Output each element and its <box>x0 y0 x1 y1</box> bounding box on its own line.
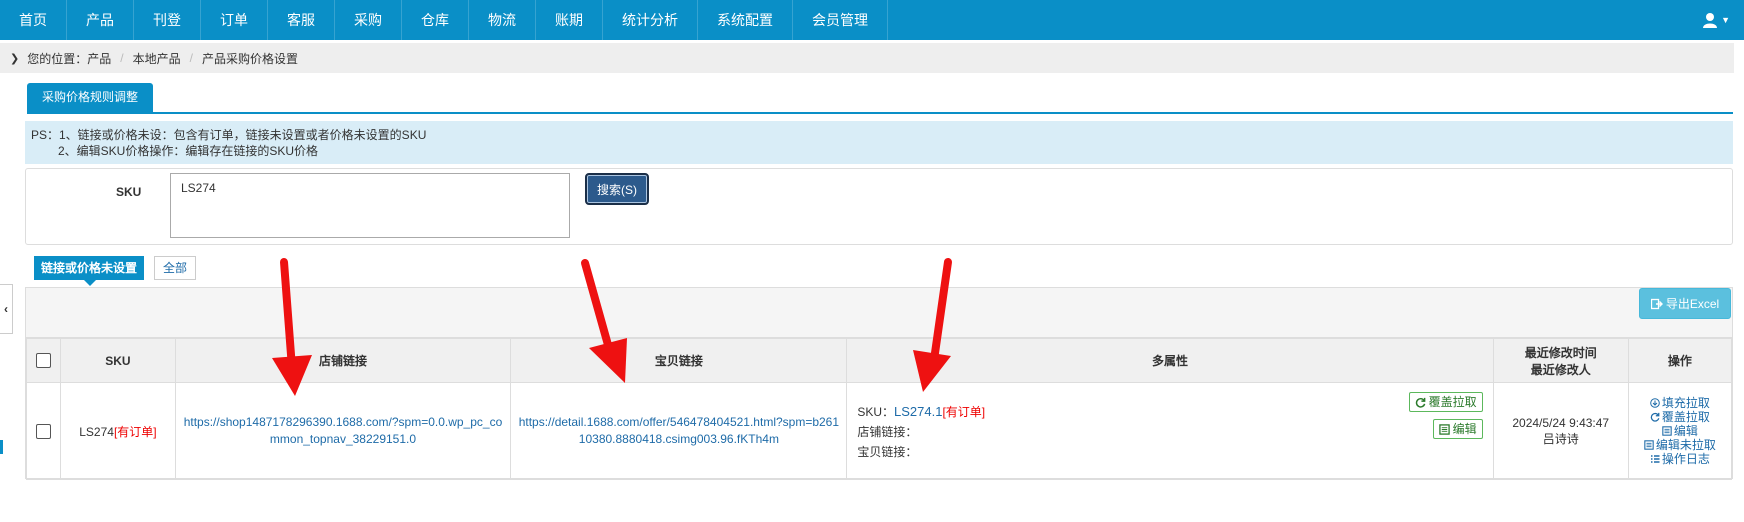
header-item-link: 宝贝链接 <box>510 338 848 383</box>
attr-item-link-label: 宝贝链接： <box>857 445 918 459</box>
header-shop-link: 店铺链接 <box>174 338 512 383</box>
modified-time: 2024/5/24 9:43:47 <box>1512 415 1610 430</box>
search-button[interactable]: 搜索(S) <box>585 173 649 205</box>
has-order-tag: [有订单] <box>113 424 157 439</box>
sidebar-edge-marker <box>0 440 3 454</box>
nav-item-statistics[interactable]: 统计分析 <box>603 0 698 40</box>
attr-has-order-tag: [有订单] <box>942 405 986 419</box>
nav-item-purchase[interactable]: 采购 <box>335 0 402 40</box>
row-checkbox[interactable] <box>36 423 52 439</box>
breadcrumb-item-current: 产品采购价格设置 <box>201 51 298 66</box>
user-icon <box>1702 12 1718 28</box>
active-indicator <box>84 280 96 286</box>
cover-pull-label: 覆盖拉取 <box>1428 395 1477 409</box>
attr-lines: SKU：LS274.1[有订单] 店铺链接： 宝贝链接： <box>857 402 985 462</box>
sidebar-collapse-handle[interactable]: ‹ <box>0 284 13 334</box>
action-operation-log-label: 操作日志 <box>1661 452 1710 466</box>
refresh-icon <box>1650 412 1660 422</box>
breadcrumb-item-product[interactable]: 产品 <box>87 50 111 67</box>
header-actions: 操作 <box>1627 338 1733 383</box>
edit-button[interactable]: 编辑 <box>1432 419 1483 439</box>
attr-sku-value: LS274.1 <box>894 404 943 419</box>
header-modified-by: 最近修改人 <box>1530 362 1591 377</box>
item-link[interactable]: https://detail.1688.com/offer/5464784045… <box>511 414 846 448</box>
chevron-left-icon: ‹ <box>4 302 8 316</box>
download-circle-icon <box>1650 398 1660 408</box>
table-row: LS274[有订单] https://shop1487178296390.168… <box>25 382 1733 480</box>
nav-item-listing[interactable]: 刊登 <box>134 0 201 40</box>
sku-search-input[interactable]: LS274 <box>170 173 570 238</box>
list-icon <box>1650 455 1660 463</box>
nav-item-billing[interactable]: 账期 <box>536 0 603 40</box>
action-cover-pull[interactable]: 覆盖拉取 <box>1629 410 1731 424</box>
filter-unset-link-or-price[interactable]: 链接或价格未设置 <box>34 256 145 286</box>
header-modified-time: 最近修改时间 <box>1524 345 1597 360</box>
cell-modified: 2024/5/24 9:43:47 吕诗诗 <box>1492 382 1629 480</box>
cell-shop-link: https://shop1487178296390.1688.com/?spm=… <box>174 382 512 480</box>
action-edit-unpulled-label: 编辑未拉取 <box>1655 438 1716 452</box>
table-header-row: SKU 店铺链接 宝贝链接 多属性 最近修改时间 最近修改人 操作 <box>25 338 1733 383</box>
action-cover-pull-label: 覆盖拉取 <box>1661 410 1710 424</box>
filter-label: 链接或价格未设置 <box>41 261 138 275</box>
cell-actions: 填充拉取 覆盖拉取 编辑 编辑未拉取 操作日志 <box>1627 382 1733 480</box>
breadcrumb: ❯ 您的位置： 产品 / 本地产品 / 产品采购价格设置 <box>0 43 1734 73</box>
attr-shop-link-label: 店铺链接： <box>857 425 918 439</box>
action-fill-pull-label: 填充拉取 <box>1661 396 1710 410</box>
sku-value: LS274 <box>79 424 114 439</box>
nav-item-home[interactable]: 首页 <box>0 0 67 40</box>
edit-icon <box>1662 426 1672 436</box>
header-sku: SKU <box>60 338 176 383</box>
breadcrumb-prefix: 您的位置： <box>27 51 88 66</box>
action-operation-log[interactable]: 操作日志 <box>1629 452 1731 466</box>
header-select-all <box>25 338 62 383</box>
nav-item-order[interactable]: 订单 <box>201 0 268 40</box>
nav-item-logistics[interactable]: 物流 <box>469 0 536 40</box>
cover-pull-button[interactable]: 覆盖拉取 <box>1408 392 1483 412</box>
cell-item-link: https://detail.1688.com/offer/5464784045… <box>510 382 848 480</box>
notice-line-2: 2、编辑SKU价格操作：编辑存在链接的SKU价格 <box>58 144 319 158</box>
export-label: 导出Excel <box>1665 297 1720 311</box>
breadcrumb-separator: / <box>189 51 193 65</box>
refresh-icon <box>1415 397 1425 408</box>
results-table: SKU 店铺链接 宝贝链接 多属性 最近修改时间 最近修改人 操作 LS274[… <box>25 338 1733 480</box>
notice-box: PS：1、链接或价格未设：包含有订单，链接未设置或者价格未设置的SKU 2、编辑… <box>25 121 1733 164</box>
nav-item-settings[interactable]: 系统配置 <box>698 0 793 40</box>
action-edit[interactable]: 编辑 <box>1629 424 1731 438</box>
edit-icon <box>1438 423 1450 435</box>
header-modified: 最近修改时间 最近修改人 <box>1492 338 1629 383</box>
filter-all[interactable]: 全部 <box>154 256 197 280</box>
action-edit-label: 编辑 <box>1673 424 1698 438</box>
action-fill-pull[interactable]: 填充拉取 <box>1629 396 1731 410</box>
sku-label: SKU <box>116 185 142 199</box>
results-toolbar: 导出Excel <box>26 288 1732 338</box>
select-all-checkbox[interactable] <box>36 353 52 369</box>
nav-item-product[interactable]: 产品 <box>67 0 134 40</box>
nav-item-warehouse[interactable]: 仓库 <box>402 0 469 40</box>
notice-line-1: PS：1、链接或价格未设：包含有订单，链接未设置或者价格未设置的SKU <box>31 128 427 142</box>
chevron-right-icon: ❯ <box>10 52 20 65</box>
row-select <box>25 382 62 480</box>
action-edit-unpulled[interactable]: 编辑未拉取 <box>1629 438 1731 452</box>
export-excel-button[interactable]: 导出Excel <box>1639 288 1731 319</box>
caret-down-icon: ▼ <box>1721 15 1730 25</box>
cell-attributes: SKU：LS274.1[有订单] 店铺链接： 宝贝链接： 覆盖拉取 编辑 <box>846 382 1494 480</box>
shop-link[interactable]: https://shop1487178296390.1688.com/?spm=… <box>176 414 511 448</box>
nav-item-members[interactable]: 会员管理 <box>793 0 888 40</box>
tab-strip: 采购价格规则调整 <box>27 83 1733 114</box>
edit-icon <box>1644 440 1654 450</box>
export-icon <box>1650 298 1663 309</box>
edit-label: 编辑 <box>1452 422 1477 436</box>
breadcrumb-separator: / <box>120 51 124 65</box>
breadcrumb-item-local-product[interactable]: 本地产品 <box>133 50 181 67</box>
attr-sku-label: SKU： <box>857 405 894 419</box>
tab-purchase-price-rules[interactable]: 采购价格规则调整 <box>27 83 154 112</box>
user-menu[interactable]: ▼ <box>1702 0 1730 40</box>
top-navbar: 首页 产品 刊登 订单 客服 采购 仓库 物流 账期 统计分析 系统配置 会员管… <box>0 0 1744 40</box>
results-panel: 导出Excel SKU 店铺链接 宝贝链接 多属性 最近修改时间 最近修改人 操… <box>25 287 1733 480</box>
header-attributes: 多属性 <box>846 338 1494 383</box>
modified-by: 吕诗诗 <box>1542 431 1579 446</box>
search-panel: SKU LS274 搜索(S) <box>25 168 1733 245</box>
cell-sku: LS274[有订单] <box>60 382 176 480</box>
nav-item-service[interactable]: 客服 <box>268 0 335 40</box>
